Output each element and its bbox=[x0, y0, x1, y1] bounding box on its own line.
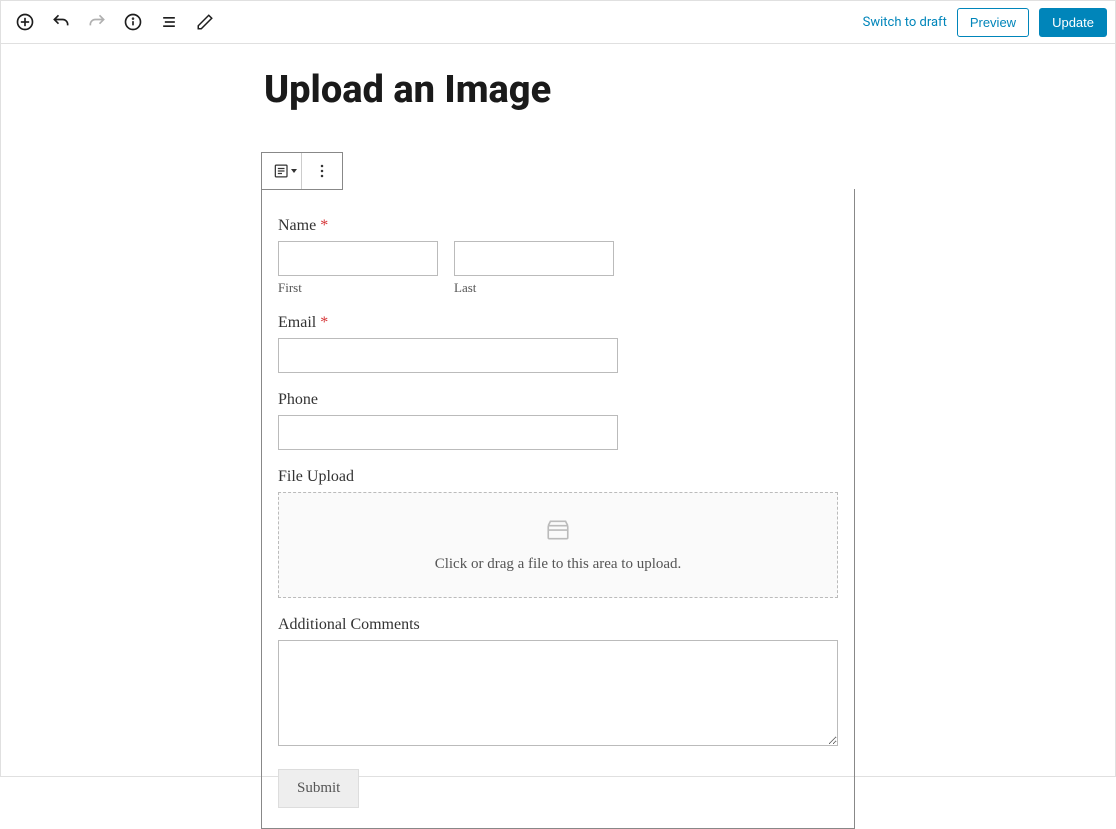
form-block[interactable]: Name * First Last Email * bbox=[261, 189, 855, 829]
switch-to-draft-link[interactable]: Switch to draft bbox=[863, 15, 947, 30]
chevron-down-icon bbox=[291, 169, 297, 173]
editor-toolbar: Switch to draft Preview Update bbox=[0, 0, 1116, 44]
first-sublabel: First bbox=[278, 280, 438, 296]
redo-button[interactable] bbox=[81, 6, 113, 38]
update-button[interactable]: Update bbox=[1039, 8, 1107, 37]
name-row: First Last bbox=[278, 241, 838, 296]
page-title[interactable]: Upload an Image bbox=[264, 68, 858, 112]
comments-textarea[interactable] bbox=[278, 640, 838, 746]
editor-content: Upload an Image Name * First bbox=[0, 44, 1116, 777]
preview-button[interactable]: Preview bbox=[957, 8, 1029, 37]
phone-input[interactable] bbox=[278, 415, 618, 450]
email-field-group: Email * bbox=[278, 314, 838, 373]
block-type-button[interactable] bbox=[262, 153, 302, 189]
phone-field-group: Phone bbox=[278, 391, 838, 450]
first-name-col: First bbox=[278, 241, 438, 296]
email-input[interactable] bbox=[278, 338, 618, 373]
comments-group: Additional Comments bbox=[278, 616, 838, 751]
comments-label: Additional Comments bbox=[278, 616, 838, 634]
file-upload-group: File Upload Click or drag a file to this… bbox=[278, 468, 838, 598]
outline-button[interactable] bbox=[153, 6, 185, 38]
submit-button[interactable]: Submit bbox=[278, 769, 359, 808]
name-field-group: Name * First Last bbox=[278, 217, 838, 296]
add-block-button[interactable] bbox=[9, 6, 41, 38]
last-name-input[interactable] bbox=[454, 241, 614, 276]
file-upload-zone[interactable]: Click or drag a file to this area to upl… bbox=[278, 492, 838, 598]
first-name-input[interactable] bbox=[278, 241, 438, 276]
phone-label: Phone bbox=[278, 391, 838, 409]
last-name-col: Last bbox=[454, 241, 614, 296]
edit-mode-button[interactable] bbox=[189, 6, 221, 38]
email-label: Email * bbox=[278, 314, 838, 332]
name-label-text: Name bbox=[278, 217, 316, 234]
block-more-button[interactable] bbox=[302, 153, 342, 189]
upload-hint: Click or drag a file to this area to upl… bbox=[289, 556, 827, 573]
upload-box-icon bbox=[544, 517, 572, 543]
toolbar-right: Switch to draft Preview Update bbox=[863, 8, 1107, 37]
info-button[interactable] bbox=[117, 6, 149, 38]
toolbar-left bbox=[9, 6, 221, 38]
last-sublabel: Last bbox=[454, 280, 614, 296]
required-mark: * bbox=[320, 217, 328, 234]
block-toolbar bbox=[261, 152, 343, 190]
undo-button[interactable] bbox=[45, 6, 77, 38]
form-block-wrapper: Name * First Last Email * bbox=[261, 152, 855, 829]
required-mark: * bbox=[320, 314, 328, 331]
email-label-text: Email bbox=[278, 314, 316, 331]
file-upload-label: File Upload bbox=[278, 468, 838, 486]
name-label: Name * bbox=[278, 217, 838, 235]
